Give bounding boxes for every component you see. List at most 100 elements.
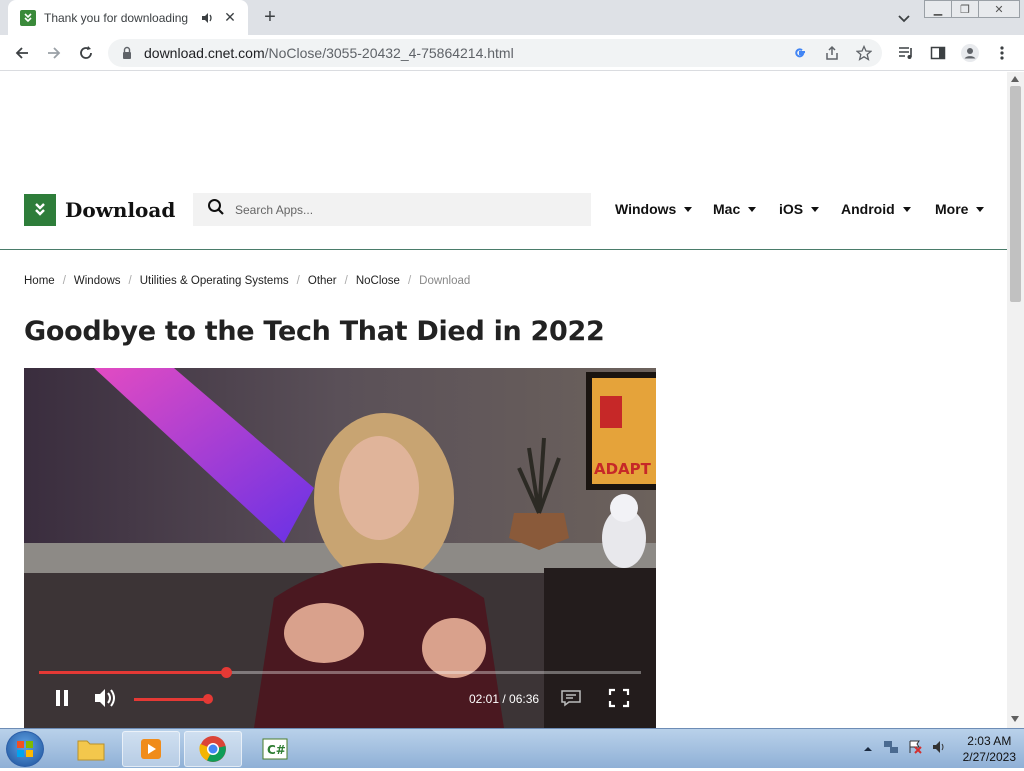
captions-icon [561,690,581,707]
caret-down-icon [748,206,757,212]
scroll-down-arrow-icon[interactable] [1011,716,1019,722]
google-lens-icon[interactable] [790,43,810,63]
video-duration: 06:36 [509,692,540,706]
taskbar-chrome[interactable] [184,731,242,767]
speaker-icon[interactable] [931,739,947,760]
minimize-button[interactable]: ▁ [924,0,952,18]
captions-button[interactable] [558,686,584,710]
tab-search-chevron-icon[interactable] [894,8,914,28]
taskbar: C# 2:03 AM 2/27/2023 [0,728,1024,768]
back-icon[interactable] [10,41,34,65]
media-player-icon [141,739,161,759]
volume-slider-fill [134,698,209,701]
caret-down-icon [684,206,693,212]
site-logo-text[interactable]: Download [65,198,175,222]
breadcrumb-noclose[interactable]: NoClose [356,275,400,287]
caret-down-icon [902,206,911,212]
video-progress-handle[interactable] [220,667,232,678]
forward-icon[interactable] [42,41,66,65]
search-placeholder: Search Apps... [235,202,314,217]
folder-icon [77,740,105,761]
action-center-flag-icon[interactable] [907,739,923,760]
video-progress-fill [39,671,226,674]
search-input[interactable]: Search Apps... [193,193,591,226]
taskbar-csharp[interactable]: C# [246,731,304,767]
breadcrumb-separator: / [407,275,412,287]
breadcrumb-home[interactable]: Home [24,275,55,287]
network-icon[interactable] [883,739,899,760]
breadcrumb-other[interactable]: Other [308,275,337,287]
bookmark-star-icon[interactable] [854,43,874,63]
tab-strip: Thank you for downloading ✕ + ▁ ❐ ✕ [0,0,1024,35]
scrollbar-thumb[interactable] [1010,86,1021,302]
search-icon [207,198,225,221]
svg-text:C#: C# [267,743,286,757]
browser-toolbar: download.cnet.com/NoClose/3055-20432_4-7… [0,35,1024,71]
volume-slider[interactable] [134,694,214,704]
breadcrumb-separator: / [62,275,66,287]
side-panel-icon[interactable] [926,41,950,65]
article-headline: Goodbye to the Tech That Died in 2022 [24,316,605,347]
tab-audio-icon[interactable] [200,11,214,25]
pause-button[interactable] [50,686,74,710]
nav-ios[interactable]: iOS [779,201,820,217]
caret-down-icon [811,206,820,212]
video-player[interactable]: ADAPT 02:01 / 06:36 [24,368,656,728]
nav-more[interactable]: More [935,201,985,217]
share-icon[interactable] [822,43,842,63]
caret-down-icon [976,206,985,212]
profile-avatar-icon[interactable] [958,41,982,65]
url-path: /NoClose/3055-20432_4-75864214.html [264,45,514,61]
breadcrumb-separator: / [296,275,300,287]
system-clock[interactable]: 2:03 AM 2/27/2023 [963,733,1016,765]
pause-icon [56,690,68,706]
clock-time: 2:03 AM [967,734,1012,748]
browser-tab[interactable]: Thank you for downloading ✕ [8,0,248,35]
lock-icon[interactable] [120,46,134,60]
nav-label: Mac [713,201,741,217]
breadcrumb-windows[interactable]: Windows [74,275,121,287]
scroll-up-arrow-icon[interactable] [1011,76,1019,82]
fullscreen-button[interactable] [606,686,632,710]
start-button[interactable] [6,731,44,767]
new-tab-button[interactable]: + [258,5,282,29]
address-bar[interactable]: download.cnet.com/NoClose/3055-20432_4-7… [108,39,882,67]
nav-label: Windows [615,201,677,217]
fullscreen-icon [608,688,630,708]
page-scrollbar[interactable] [1007,72,1024,728]
reload-icon[interactable] [74,41,98,65]
url-text[interactable]: download.cnet.com/NoClose/3055-20432_4-7… [144,45,514,61]
tab-close-icon[interactable]: ✕ [222,9,238,26]
restore-button[interactable]: ❐ [951,0,979,18]
nav-mac[interactable]: Mac [713,201,757,217]
taskbar-explorer[interactable] [62,731,120,767]
breadcrumb-separator: / [128,275,132,287]
volume-button[interactable] [92,686,118,710]
breadcrumb-separator: / [344,275,348,287]
menu-kebab-icon[interactable] [990,41,1014,65]
chrome-icon [199,736,226,762]
page-viewport: Download Search Apps... Windows Mac iOS … [0,72,1007,728]
media-control-icon[interactable] [894,41,918,65]
breadcrumb-utilities[interactable]: Utilities & Operating Systems [140,275,289,287]
taskbar-media-player[interactable] [122,731,180,767]
nav-label: iOS [779,201,804,217]
volume-icon [95,689,115,707]
video-progress-bar[interactable] [39,667,641,678]
poster-sign-text: ADAPT [594,460,652,478]
tab-title: Thank you for downloading [44,10,189,25]
system-tray: 2:03 AM 2/27/2023 [863,729,1016,769]
breadcrumb: Home / Windows / Utilities & Operating S… [24,275,470,287]
download-logo-icon[interactable] [24,194,56,226]
tray-expand-arrow-icon[interactable] [863,740,873,758]
nav-windows[interactable]: Windows [615,201,693,217]
site-header: Download Search Apps... Windows Mac iOS … [0,192,1007,250]
close-window-button[interactable]: ✕ [978,0,1020,18]
nav-label: More [935,201,969,217]
video-frame: ADAPT [24,368,656,728]
csharp-app-icon: C# [262,738,288,760]
nav-android[interactable]: Android [841,201,911,217]
nav-label: Android [841,201,895,217]
url-host: download.cnet.com [144,45,265,61]
breadcrumb-current: Download [419,275,471,287]
